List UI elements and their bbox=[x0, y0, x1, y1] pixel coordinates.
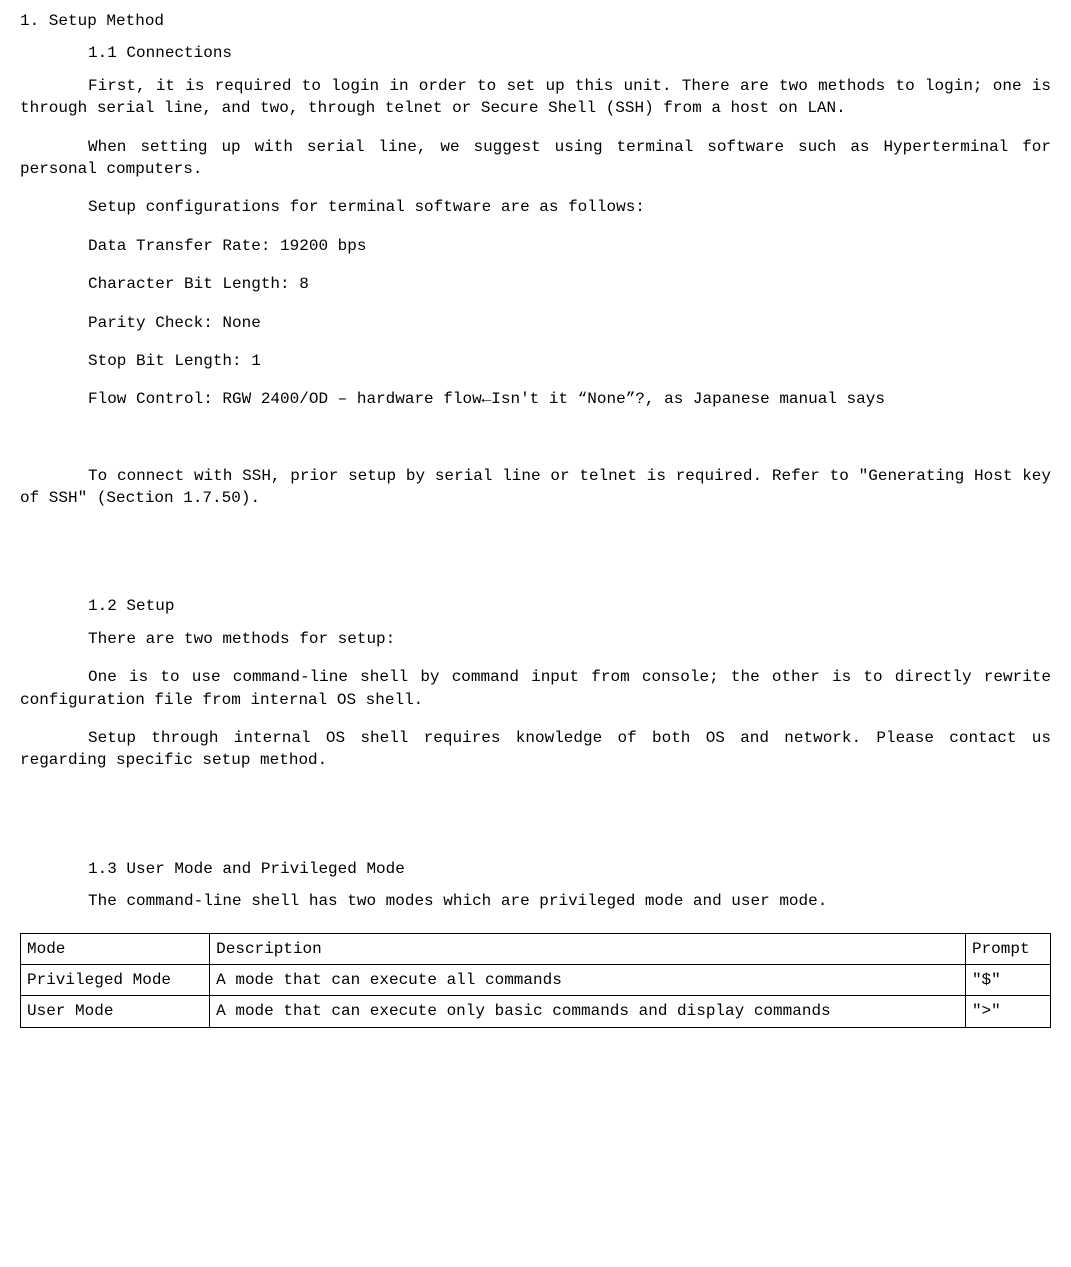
config-flow: Flow Control: RGW 2400/OD – hardware flo… bbox=[20, 388, 1051, 410]
table-cell-desc: A mode that can execute all commands bbox=[210, 964, 966, 995]
config-rate: Data Transfer Rate: 19200 bps bbox=[20, 235, 1051, 257]
table-header-row: Mode Description Prompt bbox=[21, 933, 1051, 964]
section-1-3-title: 1.3 User Mode and Privileged Mode bbox=[20, 858, 1051, 880]
config-parity: Parity Check: None bbox=[20, 312, 1051, 334]
config-stopbit: Stop Bit Length: 1 bbox=[20, 350, 1051, 372]
table-header-desc: Description bbox=[210, 933, 966, 964]
paragraph: The command-line shell has two modes whi… bbox=[20, 890, 1051, 912]
table-header-prompt: Prompt bbox=[965, 933, 1050, 964]
paragraph: Setup through internal OS shell requires… bbox=[20, 727, 1051, 772]
table-row: User Mode A mode that can execute only b… bbox=[21, 996, 1051, 1027]
paragraph: When setting up with serial line, we sug… bbox=[20, 136, 1051, 181]
paragraph: One is to use command-line shell by comm… bbox=[20, 666, 1051, 711]
table-cell-prompt: ">" bbox=[965, 996, 1050, 1027]
section-1-title: 1. Setup Method bbox=[20, 10, 1051, 32]
section-1-1-title: 1.1 Connections bbox=[20, 42, 1051, 64]
paragraph: To connect with SSH, prior setup by seri… bbox=[20, 465, 1051, 510]
paragraph: There are two methods for setup: bbox=[20, 628, 1051, 650]
section-1-2-title: 1.2 Setup bbox=[20, 595, 1051, 617]
table-cell-prompt: "$" bbox=[965, 964, 1050, 995]
config-intro: Setup configurations for terminal softwa… bbox=[20, 196, 1051, 218]
paragraph: First, it is required to login in order … bbox=[20, 75, 1051, 120]
table-row: Privileged Mode A mode that can execute … bbox=[21, 964, 1051, 995]
table-cell-mode: Privileged Mode bbox=[21, 964, 210, 995]
table-cell-desc: A mode that can execute only basic comma… bbox=[210, 996, 966, 1027]
mode-table: Mode Description Prompt Privileged Mode … bbox=[20, 933, 1051, 1028]
table-cell-mode: User Mode bbox=[21, 996, 210, 1027]
table-header-mode: Mode bbox=[21, 933, 210, 964]
config-charbit: Character Bit Length: 8 bbox=[20, 273, 1051, 295]
